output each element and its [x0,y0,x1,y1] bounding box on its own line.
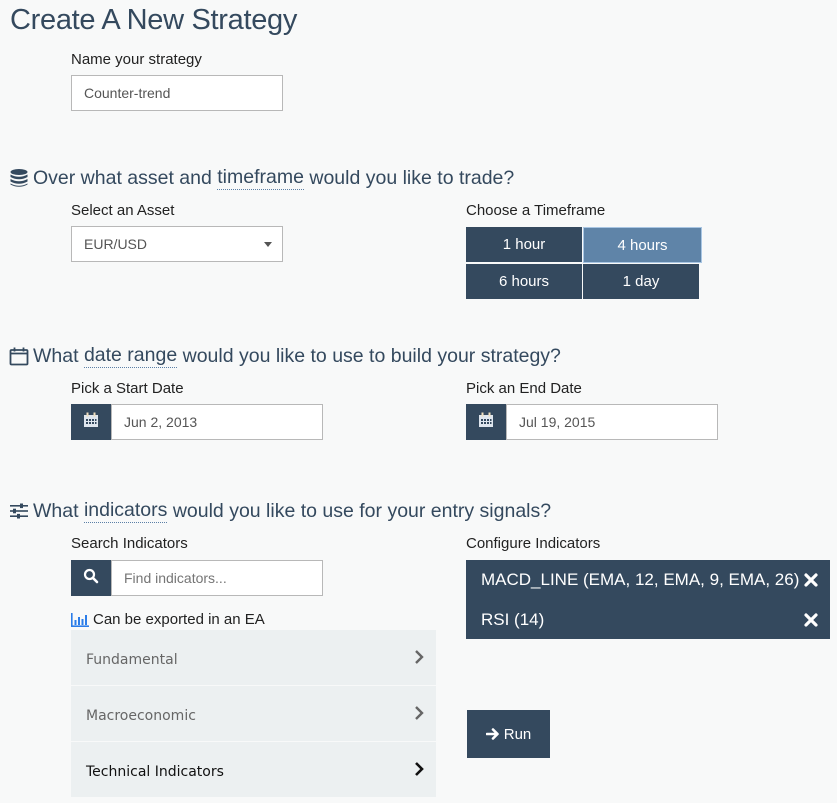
arrow-right-icon [485,728,499,740]
page-title: Create A New Strategy [10,4,298,36]
heading-text: would you like to use to build your stra… [177,344,561,367]
configure-indicators-label: Configure Indicators [466,535,601,552]
end-date-calendar-button[interactable] [466,404,506,440]
calendar-outline-icon [9,346,29,366]
chevron-right-icon [414,706,424,724]
search-indicators-input[interactable] [111,560,323,596]
asset-select-value: EUR/USD [84,236,148,252]
start-date-calendar-button[interactable] [71,404,111,440]
search-button[interactable] [71,560,111,596]
timeframe-label: Choose a Timeframe [466,202,606,219]
heading-text: What [33,344,84,367]
timeframe-help-link[interactable]: timeframe [217,166,304,190]
calendar-icon [83,412,99,433]
date-range-help-link[interactable]: date range [83,344,178,368]
category-macroeconomic[interactable]: Macroeconomic [71,688,436,743]
run-button-label: Run [503,725,532,743]
category-fundamental[interactable]: Fundamental [71,632,436,687]
divider [71,685,436,686]
timeframe-button-group: 1 hour 4 hours 6 hours 1 day [466,227,702,299]
indicator-label: RSI (14) [481,610,545,629]
calendar-icon [478,412,494,433]
run-button[interactable]: Run [467,710,550,758]
indicators-help-link[interactable]: indicators [83,499,168,523]
asset-timeframe-heading: Over what asset and timeframe would you … [9,166,514,190]
asset-label: Select an Asset [71,202,175,219]
heading-text: Over what asset and [33,166,218,189]
category-technical-indicators[interactable]: Technical Indicators [71,744,436,799]
chevron-right-icon [414,650,424,668]
sliders-icon [9,501,29,521]
configured-indicators-list: MACD_LINE (EMA, 12, EMA, 9, EMA, 26) RSI… [466,560,830,639]
strategy-name-input[interactable] [71,75,283,111]
start-date-input[interactable] [111,404,323,440]
indicator-category-list: Fundamental Macroeconomic Technical Indi… [71,630,436,797]
heading-text: would you like to use for your entry sig… [167,499,552,522]
heading-text: would you like to trade? [303,166,515,189]
database-icon [9,168,29,188]
divider [71,741,436,742]
timeframe-4-hours-button[interactable]: 4 hours [583,227,702,263]
bar-chart-icon [71,612,89,627]
timeframe-6-hours-button[interactable]: 6 hours [466,264,582,299]
category-label: Technical Indicators [86,763,224,780]
asset-select[interactable]: EUR/USD [71,226,283,262]
configured-indicator[interactable]: RSI (14) [481,600,818,640]
timeframe-1-day-button[interactable]: 1 day [583,264,699,299]
indicators-heading: What indicators would you like to use fo… [9,499,551,523]
caret-down-icon [264,242,272,247]
configured-indicator[interactable]: MACD_LINE (EMA, 12, EMA, 9, EMA, 26) [481,560,818,600]
export-note-text: Can be exported in an EA [93,611,265,628]
export-note: Can be exported in an EA [71,611,265,628]
start-date-label: Pick a Start Date [71,380,184,397]
chevron-right-icon [414,762,424,780]
indicator-label: MACD_LINE (EMA, 12, EMA, 9, EMA, 26) [481,570,800,589]
end-date-input[interactable] [506,404,718,440]
timeframe-1-hour-button[interactable]: 1 hour [466,227,582,262]
search-icon [83,568,99,589]
category-label: Fundamental [86,651,178,668]
category-label: Macroeconomic [86,707,196,724]
strategy-name-label: Name your strategy [71,51,202,68]
heading-text: What [33,499,84,522]
end-date-label: Pick an End Date [466,380,582,397]
remove-icon[interactable] [804,573,818,587]
date-range-heading: What date range would you like to use to… [9,344,561,368]
remove-icon[interactable] [804,613,818,627]
search-indicators-label: Search Indicators [71,535,188,552]
